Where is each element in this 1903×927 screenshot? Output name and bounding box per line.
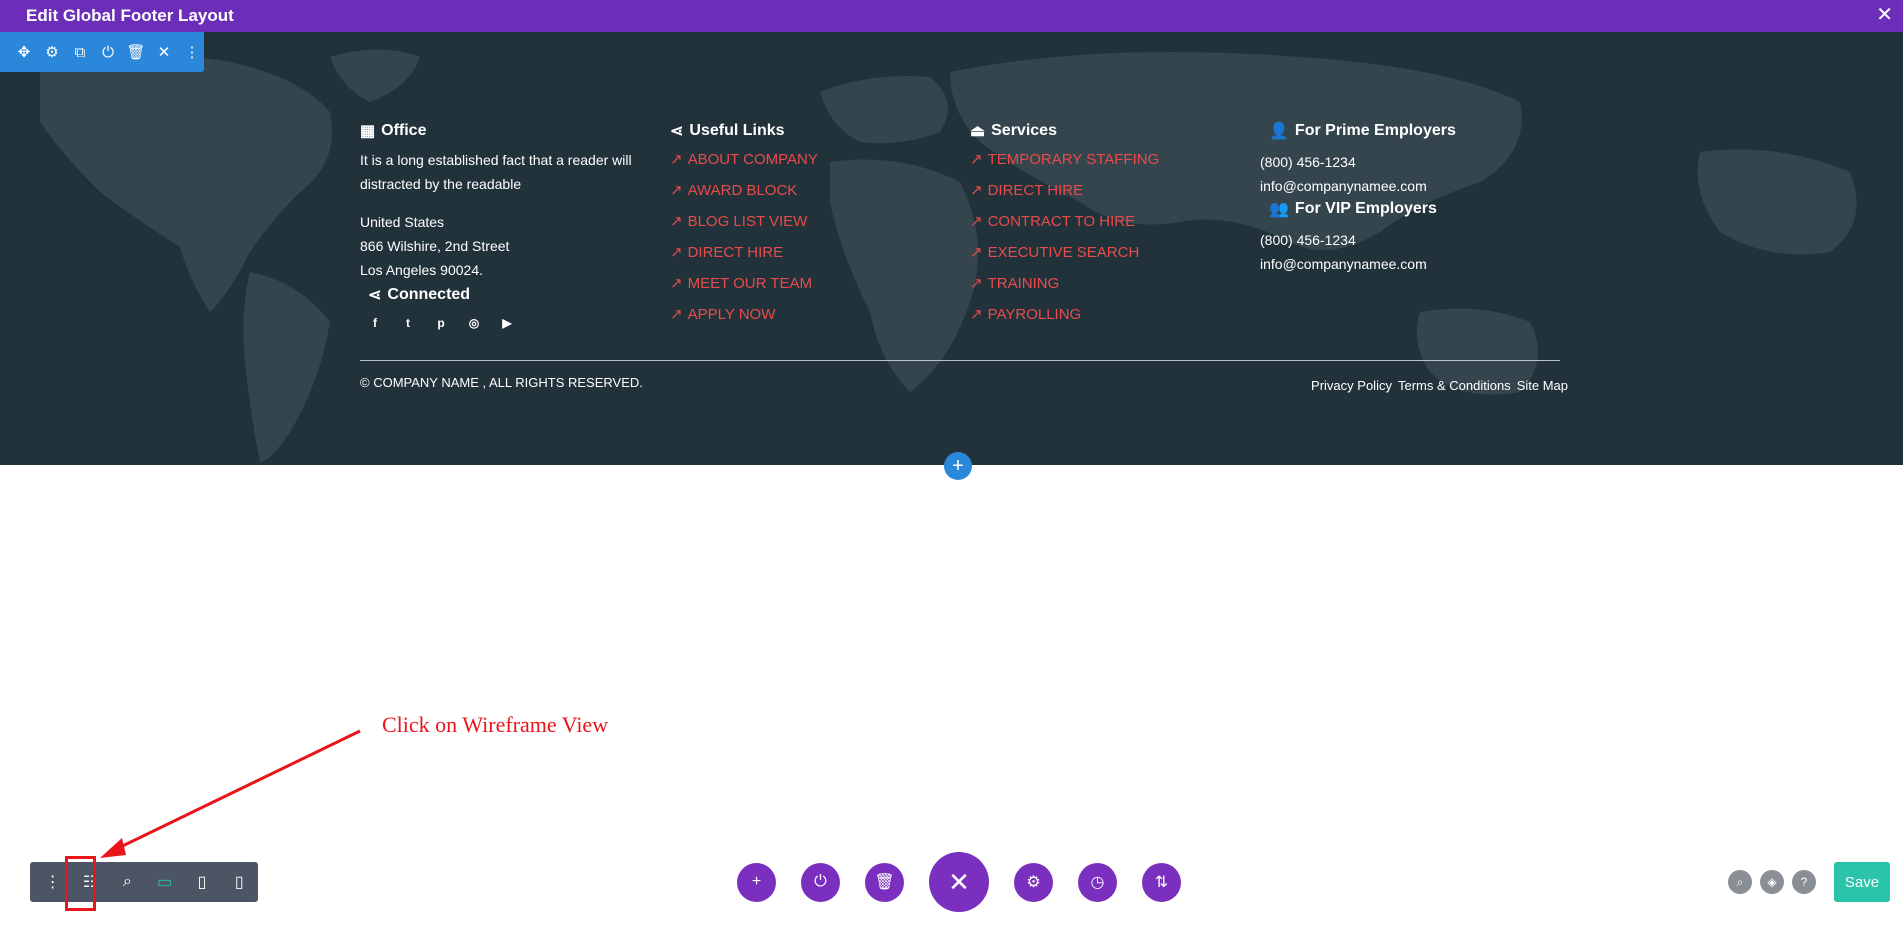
footer-link[interactable]: ↗ PAYROLLING bbox=[970, 299, 1250, 330]
footer-link[interactable]: ↗ AWARD BLOCK bbox=[670, 175, 950, 206]
prime-employers-heading: 👤 For Prime Employers bbox=[1269, 122, 1456, 140]
power-icon[interactable]: ⏻ bbox=[96, 40, 120, 64]
annotation-text: Click on Wireframe View bbox=[382, 712, 609, 737]
useful-links-column: ⋖ Useful Links ↗ ABOUT COMPANY ↗ AWARD BLOC… bbox=[670, 120, 950, 330]
bell-icon: ⏏ bbox=[970, 123, 986, 140]
address-line: 866 Wilshire, 2nd Street bbox=[360, 238, 510, 254]
help-icon[interactable]: ? bbox=[1792, 870, 1816, 894]
user-check-icon: 👤 bbox=[1269, 123, 1289, 140]
address-line: Los Angeles 90024. bbox=[360, 262, 483, 278]
trash-icon[interactable]: 🗑 bbox=[865, 862, 904, 902]
employers-column: 👤 For Prime Employers (800) 456-1234 info… bbox=[1260, 120, 1560, 276]
footer-link[interactable]: ↗ TEMPORARY STAFFING bbox=[970, 144, 1250, 175]
vip-employers-heading: 👥 For VIP Employers bbox=[1269, 200, 1437, 218]
prime-email: info@companynamee.com bbox=[1260, 178, 1427, 194]
youtube-icon[interactable]: ▶ bbox=[500, 316, 514, 330]
address-line: United States bbox=[360, 214, 445, 230]
trash-icon[interactable]: 🗑 bbox=[124, 40, 148, 64]
title-bar: Edit Global Footer Layout ✕ bbox=[0, 0, 1903, 32]
services-column: ⏏ Services ↗ TEMPORARY STAFFING ↗ DIRECT HI… bbox=[970, 120, 1250, 330]
tablet-view-icon[interactable]: ▯ bbox=[183, 862, 220, 902]
save-button[interactable]: Save bbox=[1834, 862, 1890, 902]
terms-link[interactable]: Terms & Conditions bbox=[1398, 378, 1511, 393]
services-list: ↗ TEMPORARY STAFFING ↗ DIRECT HIRE ↗ CONTRA… bbox=[970, 144, 1250, 330]
world-map-background bbox=[40, 49, 1857, 462]
close-icon[interactable]: ✕ bbox=[152, 40, 176, 64]
close-icon[interactable]: ✕ bbox=[929, 852, 989, 912]
footer-link[interactable]: ↗ TRAINING bbox=[970, 268, 1250, 299]
footer-link[interactable]: ↗ ABOUT COMPANY bbox=[670, 144, 950, 175]
footer-link[interactable]: ↗ MEET OUR TEAM bbox=[670, 268, 950, 299]
privacy-policy-link[interactable]: Privacy Policy bbox=[1311, 378, 1392, 393]
footer-link[interactable]: ↗ CONTRACT TO HIRE bbox=[970, 206, 1250, 237]
sitemap-link[interactable]: Site Map bbox=[1517, 378, 1568, 393]
view-mode-toolbar: ⋮ ☷ ⌕ ▭ ▯ ▯ bbox=[30, 862, 258, 902]
footer-link[interactable]: ↗ EXECUTIVE SEARCH bbox=[970, 237, 1250, 268]
more-icon[interactable]: ⋮ bbox=[180, 40, 204, 64]
footer-divider bbox=[360, 360, 1560, 361]
share-icon: ⋖ bbox=[368, 287, 382, 304]
zoom-icon[interactable]: ⌕ bbox=[109, 862, 146, 902]
instagram-icon[interactable]: ◎ bbox=[467, 316, 481, 330]
close-icon[interactable]: ✕ bbox=[1876, 4, 1893, 26]
copyright-text: © COMPANY NAME , ALL RIGHTS RESERVED. bbox=[360, 375, 643, 390]
layers-icon[interactable]: ◈ bbox=[1760, 870, 1784, 894]
services-heading: ⏏ Services bbox=[970, 122, 1057, 140]
share-icon: ⋖ bbox=[670, 123, 684, 140]
right-controls: ⌕ ◈ ? bbox=[1728, 870, 1816, 894]
page-settings-bar: + ⏻ 🗑 ✕ ⚙ ◷ ⇅ bbox=[737, 852, 1181, 912]
pinterest-icon[interactable]: p bbox=[434, 316, 448, 330]
sort-icon[interactable]: ⇅ bbox=[1142, 862, 1181, 902]
section-toolbar: ✥ ⚙ ⧉ ⏻ 🗑 ✕ ⋮ bbox=[0, 32, 204, 72]
social-links: f t p ◎ ▶ bbox=[368, 316, 660, 330]
gear-icon[interactable]: ⚙ bbox=[40, 40, 64, 64]
legal-links: Privacy Policy Terms & Conditions Site M… bbox=[1311, 378, 1568, 393]
desktop-view-icon[interactable]: ▭ bbox=[146, 862, 183, 902]
move-icon[interactable]: ✥ bbox=[12, 40, 36, 64]
footer-link[interactable]: ↗ DIRECT HIRE bbox=[970, 175, 1250, 206]
footer-link[interactable]: ↗ APPLY NOW bbox=[670, 299, 950, 330]
prime-phone: (800) 456-1234 bbox=[1260, 154, 1356, 170]
page-title: Edit Global Footer Layout bbox=[26, 6, 234, 25]
footer-section: ▦ Office It is a long established fact th… bbox=[0, 32, 1903, 465]
connected-heading: ⋖ Connected bbox=[368, 286, 471, 304]
building-icon: ▦ bbox=[360, 123, 376, 140]
wireframe-view-icon[interactable]: ☷ bbox=[71, 862, 108, 902]
phone-view-icon[interactable]: ▯ bbox=[221, 862, 258, 902]
gear-icon[interactable]: ⚙ bbox=[1014, 862, 1053, 902]
history-icon[interactable]: ◷ bbox=[1078, 862, 1117, 902]
footer-link[interactable]: ↗ BLOG LIST VIEW bbox=[670, 206, 950, 237]
users-icon: 👥 bbox=[1269, 201, 1289, 218]
vip-email: info@companynamee.com bbox=[1260, 256, 1427, 272]
office-heading: ▦ Office bbox=[360, 122, 427, 140]
twitter-icon[interactable]: t bbox=[401, 316, 415, 330]
power-icon[interactable]: ⏻ bbox=[801, 862, 840, 902]
useful-links-list: ↗ ABOUT COMPANY ↗ AWARD BLOCK ↗ BLOG LIST V… bbox=[670, 144, 950, 330]
add-section-button[interactable]: + bbox=[944, 452, 972, 480]
office-description: It is a long established fact that a rea… bbox=[360, 152, 632, 192]
useful-links-heading: ⋖ Useful Links bbox=[670, 122, 785, 140]
vip-phone: (800) 456-1234 bbox=[1260, 232, 1356, 248]
more-icon[interactable]: ⋮ bbox=[34, 862, 71, 902]
footer-link[interactable]: ↗ DIRECT HIRE bbox=[670, 237, 950, 268]
add-icon[interactable]: + bbox=[737, 862, 776, 902]
facebook-icon[interactable]: f bbox=[368, 316, 382, 330]
duplicate-icon[interactable]: ⧉ bbox=[68, 40, 92, 64]
search-icon[interactable]: ⌕ bbox=[1728, 870, 1752, 894]
office-column: ▦ Office It is a long established fact th… bbox=[360, 120, 660, 330]
